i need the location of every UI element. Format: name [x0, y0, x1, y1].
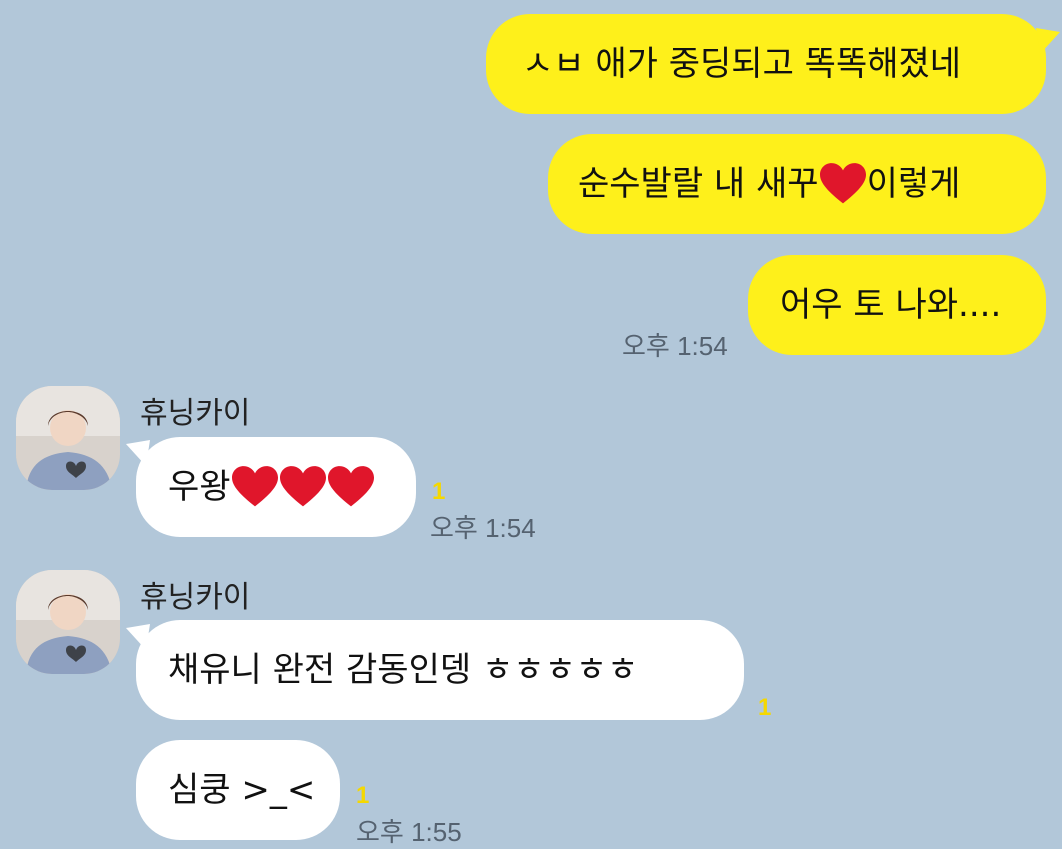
- message-time: 오후 1:55: [356, 817, 462, 847]
- avatar[interactable]: [16, 386, 120, 490]
- unread-count: 1: [432, 478, 446, 505]
- message-text: 어우 토 나와....: [780, 285, 1002, 325]
- their-message-bubble[interactable]: 우왕: [136, 437, 416, 537]
- unread-count: 1: [356, 782, 370, 809]
- bubble-tail: [1036, 28, 1060, 54]
- heart-icon: [231, 466, 278, 508]
- my-message-bubble[interactable]: 어우 토 나와....: [748, 255, 1046, 355]
- message-text: 채유니 완전 감동인뎅 ㅎㅎㅎㅎㅎ: [168, 650, 639, 690]
- heart-icon: [327, 466, 374, 508]
- my-message-bubble[interactable]: ㅅㅂ 애가 중딩되고 똑똑해졌네: [486, 14, 1046, 114]
- message-text: ㅅㅂ 애가 중딩되고 똑똑해졌네: [522, 44, 962, 84]
- heart-icon: [819, 163, 866, 205]
- message-time: 오후 1:54: [622, 331, 728, 361]
- my-message-bubble[interactable]: 순수발랄 내 새꾸 이렇게: [548, 134, 1046, 234]
- message-time: 오후 1:54: [430, 513, 536, 543]
- sender-name: 휴닝카이: [140, 580, 251, 615]
- their-message-bubble[interactable]: 심쿵 >_<: [136, 740, 340, 840]
- message-text: 순수발랄 내 새꾸: [578, 164, 819, 204]
- sender-name: 휴닝카이: [140, 396, 251, 431]
- unread-count: 1: [758, 694, 772, 721]
- message-text: 우왕: [168, 467, 231, 507]
- message-text: 이렇게: [866, 164, 961, 204]
- heart-icon: [279, 466, 326, 508]
- avatar[interactable]: [16, 570, 120, 674]
- their-message-bubble[interactable]: 채유니 완전 감동인뎅 ㅎㅎㅎㅎㅎ: [136, 620, 744, 720]
- message-text: 심쿵 >_<: [168, 770, 316, 810]
